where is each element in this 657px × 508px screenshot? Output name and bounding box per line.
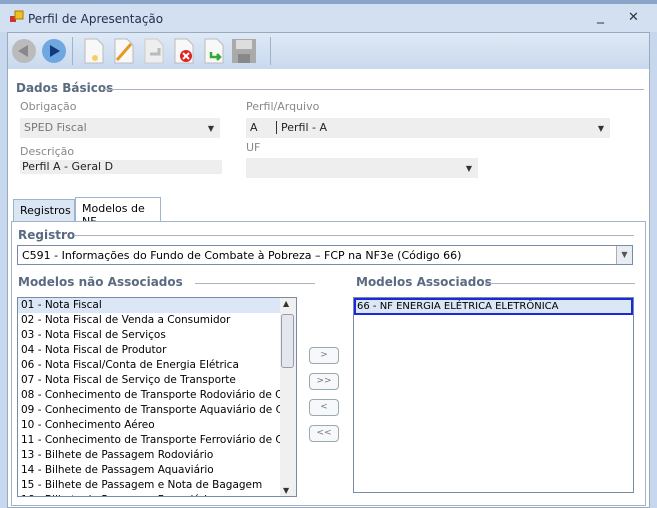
chevron-down-icon: ▼	[465, 164, 472, 173]
delete-icon	[174, 38, 194, 64]
associados-heading: Modelos Associados	[356, 275, 492, 289]
descricao-label: Descrição	[20, 145, 75, 158]
undo-icon	[144, 38, 164, 64]
group-divider	[195, 283, 315, 284]
window-body: Dados Básicos Obrigação SPED Fiscal ▼ De…	[7, 32, 650, 508]
list-item[interactable]: 14 - Bilhete de Passagem Aquaviário	[18, 463, 296, 478]
list-item[interactable]: 06 - Nota Fiscal/Conta de Energia Elétri…	[18, 358, 296, 373]
forward-button[interactable]	[40, 37, 68, 65]
perfil-value: Perfil - A	[276, 121, 327, 134]
export-icon	[204, 38, 224, 64]
edit-button[interactable]	[110, 37, 138, 65]
list-item[interactable]: 11 - Conhecimento de Transporte Ferroviá…	[18, 433, 296, 448]
new-button[interactable]	[80, 37, 108, 65]
toolbar-separator	[72, 37, 73, 65]
perfil-label: Perfil/Arquivo	[246, 100, 320, 113]
back-button[interactable]	[10, 37, 38, 65]
tab-modelos-de-nf[interactable]: Modelos de NF	[75, 197, 161, 228]
perfil-code: A	[250, 121, 258, 134]
minimize-button[interactable]: _	[597, 8, 604, 24]
toolbar-separator	[270, 37, 271, 65]
export-button[interactable]	[200, 37, 228, 65]
remove-button[interactable]: <	[309, 399, 339, 416]
scrollbar[interactable]: ▲ ▼	[280, 298, 296, 496]
group-divider	[104, 89, 644, 90]
registro-value: C591 - Informações do Fundo de Combate à…	[22, 249, 462, 262]
delete-button[interactable]	[170, 37, 198, 65]
uf-label: UF	[246, 141, 261, 154]
chevron-down-icon: ▼	[207, 124, 214, 133]
undo-button[interactable]	[140, 37, 168, 65]
remove-all-button[interactable]: <<	[309, 425, 339, 442]
nao-associados-list[interactable]: 01 - Nota Fiscal 02 - Nota Fiscal de Vend…	[17, 297, 297, 497]
nao-associados-items: 01 - Nota Fiscal 02 - Nota Fiscal de Vend…	[18, 298, 296, 496]
list-item[interactable]: 08 - Conhecimento de Transporte Rodoviár…	[18, 388, 296, 403]
perfil-select[interactable]: A Perfil - A ▼	[246, 118, 610, 138]
group-divider	[74, 235, 634, 236]
dados-basicos-heading: Dados Básicos	[16, 81, 114, 95]
nao-associados-heading: Modelos não Associados	[18, 275, 183, 289]
title-bar: Perfil de Apresentação _ ✕	[0, 4, 657, 32]
new-document-icon	[84, 38, 104, 64]
list-item[interactable]: 66 - NF ENERGIA ELÉTRICA ELETRÔNICA	[354, 298, 633, 315]
add-button[interactable]: >	[309, 347, 339, 364]
chevron-down-icon: ▼	[597, 124, 604, 133]
app-icon	[10, 10, 24, 22]
scroll-up-icon[interactable]: ▲	[283, 299, 289, 308]
list-item[interactable]: 10 - Conhecimento Aéreo	[18, 418, 296, 433]
scroll-down-icon[interactable]: ▼	[283, 486, 289, 495]
obrigacao-value: SPED Fiscal	[24, 121, 87, 134]
window-title: Perfil de Apresentação	[28, 12, 164, 26]
list-item[interactable]: 09 - Conhecimento de Transporte Aquaviár…	[18, 403, 296, 418]
registro-select[interactable]: C591 - Informações do Fundo de Combate à…	[17, 245, 633, 265]
list-item[interactable]: 03 - Nota Fiscal de Serviços	[18, 328, 296, 343]
uf-select[interactable]: ▼	[246, 158, 478, 178]
obrigacao-label: Obrigação	[20, 100, 77, 113]
chevron-down-icon: ▼	[616, 246, 632, 264]
add-all-button[interactable]: >>	[309, 373, 339, 390]
close-button[interactable]: ✕	[628, 10, 639, 25]
obrigacao-select[interactable]: SPED Fiscal ▼	[20, 118, 220, 138]
back-arrow-icon	[12, 39, 36, 63]
scrollbar-thumb[interactable]	[281, 314, 294, 368]
modelos-de-nf-panel: Registro C591 - Informações do Fundo de …	[11, 221, 646, 506]
pencil-icon	[114, 38, 134, 64]
group-divider	[485, 283, 635, 284]
list-item[interactable]: 02 - Nota Fiscal de Venda a Consumidor	[18, 313, 296, 328]
save-button[interactable]	[230, 37, 258, 65]
list-item[interactable]: 01 - Nota Fiscal	[18, 298, 296, 313]
list-item[interactable]: 13 - Bilhete de Passagem Rodoviário	[18, 448, 296, 463]
list-item[interactable]: 15 - Bilhete de Passagem e Nota de Bagag…	[18, 478, 296, 493]
descricao-field[interactable]: Perfil A - Geral D	[20, 160, 222, 174]
toolbar	[8, 33, 649, 69]
forward-arrow-icon	[42, 39, 66, 63]
list-item[interactable]: 04 - Nota Fiscal de Produtor	[18, 343, 296, 358]
associados-list[interactable]: 66 - NF ENERGIA ELÉTRICA ELETRÔNICA	[353, 297, 634, 493]
list-item[interactable]: 16 - Bilhete de Passagem Ferroviário	[18, 493, 296, 496]
save-disk-icon	[232, 39, 256, 63]
tab-registros[interactable]: Registros	[13, 199, 75, 221]
registro-heading: Registro	[18, 228, 76, 242]
list-item[interactable]: 07 - Nota Fiscal de Serviço de Transport…	[18, 373, 296, 388]
